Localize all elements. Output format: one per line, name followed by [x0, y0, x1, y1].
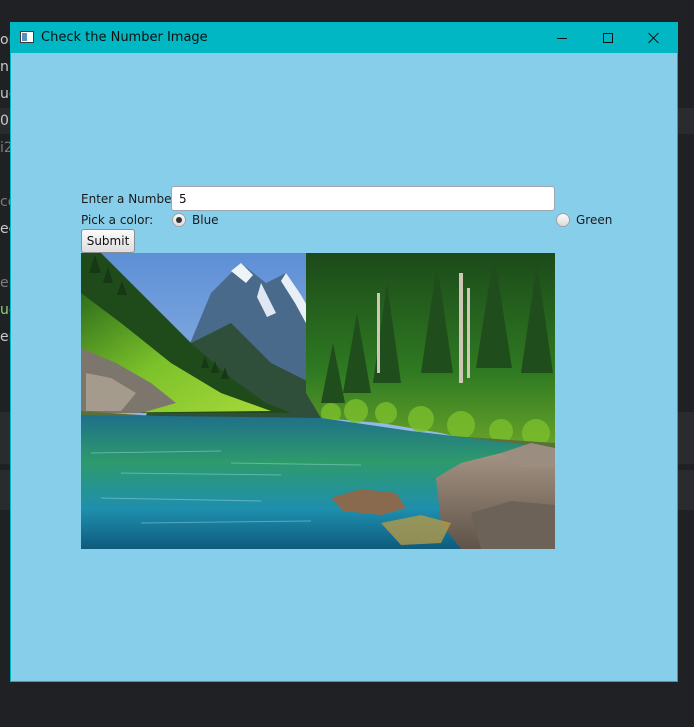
color-label: Pick a color: — [81, 213, 154, 227]
app-icon — [20, 31, 34, 43]
number-input[interactable] — [171, 186, 555, 211]
number-label: Enter a Number: — [81, 192, 181, 206]
app-window: Check the Number Image Enter a Number: P… — [10, 22, 678, 682]
landscape-image — [81, 253, 555, 549]
close-icon — [648, 32, 660, 44]
radio-green-label[interactable]: Green — [576, 213, 612, 227]
minimize-button[interactable] — [539, 23, 585, 53]
maximize-button[interactable] — [585, 23, 631, 53]
maximize-icon — [603, 33, 613, 43]
window-title: Check the Number Image — [41, 30, 208, 45]
radio-blue-label[interactable]: Blue — [192, 213, 219, 227]
radio-green[interactable] — [556, 213, 570, 227]
close-button[interactable] — [631, 23, 677, 53]
radio-blue[interactable] — [172, 213, 186, 227]
title-bar[interactable]: Check the Number Image — [11, 23, 677, 53]
minimize-icon — [557, 38, 567, 39]
submit-button[interactable]: Submit — [81, 229, 135, 253]
